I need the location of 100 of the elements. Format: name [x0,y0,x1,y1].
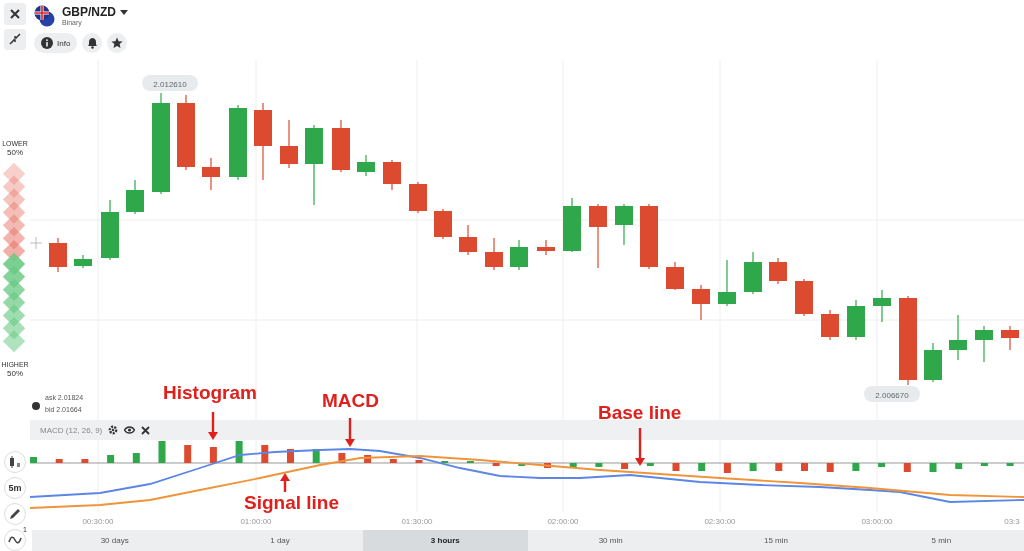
candle [126,179,144,215]
eye-icon[interactable] [124,426,136,434]
histogram-bar [312,449,320,463]
close-icon[interactable] [141,425,151,435]
period-tab[interactable]: 3 hours [362,530,528,551]
histogram-bar [81,459,89,463]
chart-type-button[interactable] [4,451,26,473]
candle [563,197,581,253]
period-tab[interactable]: 30 min [528,530,694,551]
histogram-bar [158,441,166,463]
candle [434,208,452,240]
info-icon [41,37,53,49]
histogram-bar [261,445,269,463]
histogram-bar [338,453,346,463]
candle [383,159,401,191]
histogram-bar [698,463,706,471]
annotation-label: Signal line [244,492,340,514]
histogram-bar [389,459,397,463]
favorite-button[interactable] [107,33,128,53]
histogram-bar [980,463,988,466]
candle [459,224,477,256]
time-label: 03:3 [1004,517,1020,526]
candle [101,199,119,261]
indicator-title: MACD (12, 26, 9) [40,425,103,435]
candle [718,259,736,307]
candle [409,181,427,214]
period-tab[interactable]: 15 min [693,530,859,551]
histogram-bar [55,459,63,463]
caret-icon[interactable] [120,9,128,15]
annotation-label: MACD [322,390,379,412]
lower-value: 50% [7,148,23,158]
candle [924,342,942,383]
histogram-bar [415,460,423,463]
histogram-bar [852,463,860,471]
star-icon [111,37,124,49]
candle [202,157,220,191]
interval-button[interactable]: 5m [4,477,26,499]
settings-icon[interactable] [108,425,119,435]
time-label: 03:00:00 [861,517,893,526]
histogram-bar [492,463,500,466]
time-label: 01:30:00 [401,517,433,526]
candle [357,154,375,177]
draw-button[interactable] [4,503,26,525]
candle [769,257,787,285]
asset-name[interactable]: GBP/NZD [62,5,116,19]
time-label: 02:00:00 [547,517,579,526]
close-icon [10,8,20,19]
info-button[interactable]: Info [34,33,78,53]
notifications-button[interactable] [82,33,103,53]
annotation-arrow [344,418,356,447]
pencil-icon [9,508,21,520]
candle [744,251,762,295]
candle [873,289,891,323]
annotation-arrow [279,473,291,492]
candle [795,278,813,317]
collapse-icon [9,33,21,46]
annotation-arrow [634,428,646,466]
histogram-bar [132,453,140,463]
histogram-bar [749,463,757,471]
collapse-button[interactable] [4,28,26,50]
candle [821,309,839,341]
histogram-bar [569,463,577,467]
candle [847,299,865,341]
candle [692,284,710,321]
time-label: 00:30:00 [82,517,114,526]
annotation-arrow [207,412,219,440]
candle [1001,325,1019,351]
period-tab[interactable]: 5 min [858,530,1024,551]
period-tab[interactable]: 30 days [32,530,198,551]
period-tab[interactable]: 1 day [197,530,363,551]
wave-icon [8,535,22,545]
histogram-bar [903,463,911,472]
histogram-bar [184,445,192,463]
help-icon [32,402,40,410]
candle [640,203,658,270]
histogram-bar [878,463,886,467]
bell-icon [86,37,98,49]
higher-value: 50% [7,369,23,379]
histogram-bar [801,463,808,471]
histogram-bar [209,447,217,463]
histogram-bar [775,463,783,471]
histogram-bar [955,463,963,469]
candle [537,239,555,256]
annotation-label: Base line [598,402,682,424]
candle [332,119,350,173]
candle [510,239,528,271]
high-price-label: 2.012610 [142,75,198,91]
candle [74,254,92,269]
histogram-bar [621,463,629,469]
close-button[interactable] [4,3,26,25]
candle [949,314,967,361]
histogram-bar [929,463,937,472]
histogram-bar [107,455,115,463]
time-label: 01:00:00 [240,517,272,526]
histogram-bar [235,441,243,463]
histogram-bar [518,463,526,466]
histogram-bar [287,449,294,463]
histogram-bar [595,463,603,467]
candle [666,261,684,291]
candle [485,237,503,271]
